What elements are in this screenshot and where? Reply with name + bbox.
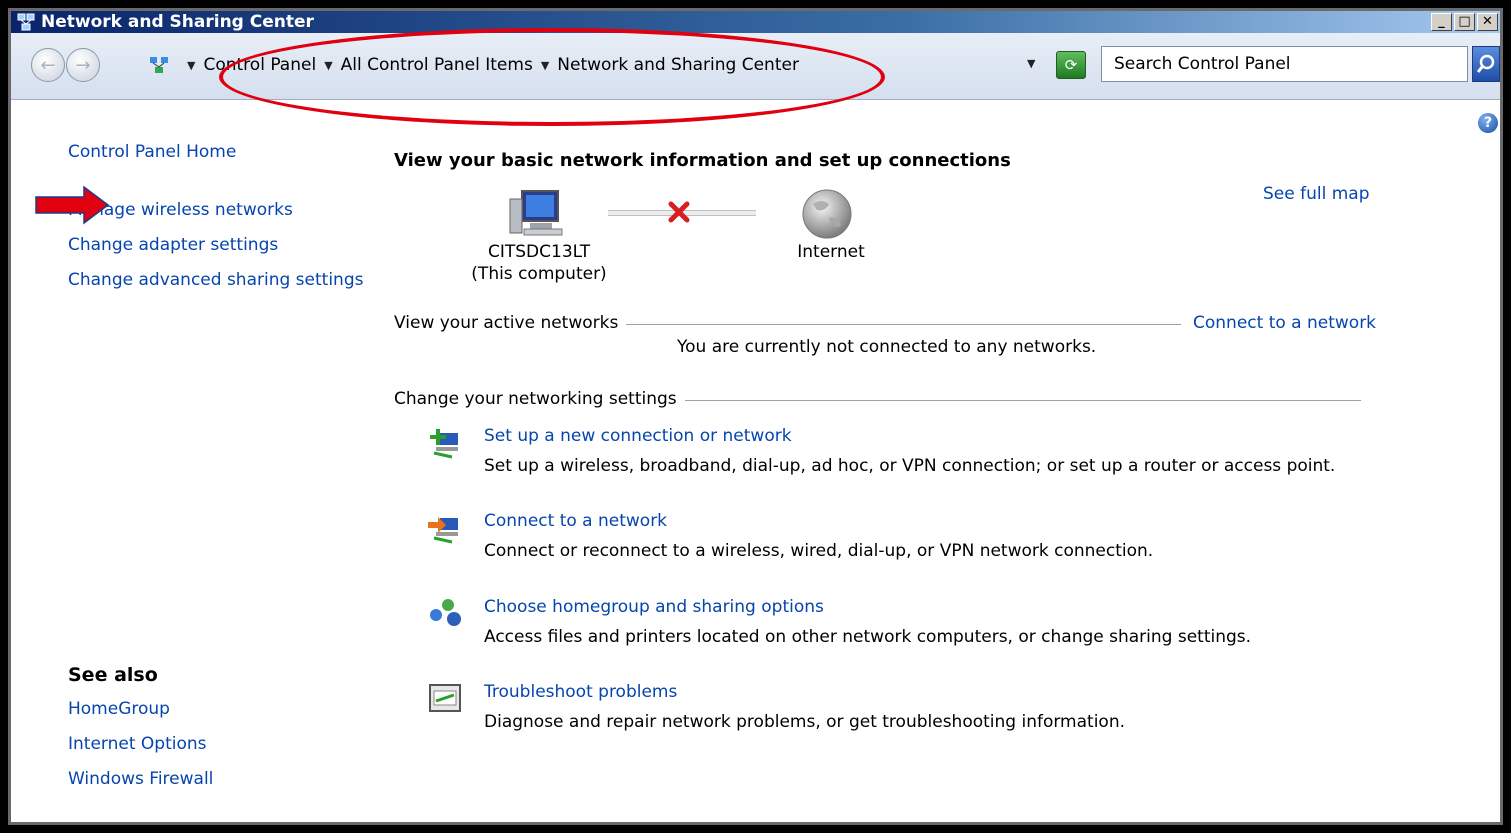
highlight-ellipse xyxy=(219,28,885,126)
address-history-dropdown[interactable]: ▼ xyxy=(1027,57,1035,70)
task-homegroup-desc: Access files and printers located on oth… xyxy=(484,627,1252,647)
disconnected-x-icon xyxy=(668,201,690,223)
internet-globe-icon xyxy=(802,189,852,239)
see-full-map-link[interactable]: See full map xyxy=(1263,184,1370,204)
close-button[interactable]: ✕ xyxy=(1477,13,1498,31)
search-input[interactable]: Search Control Panel xyxy=(1101,46,1468,82)
see-also-heading: See also xyxy=(68,664,158,686)
task-connect-network-desc: Connect or reconnect to a wireless, wire… xyxy=(484,541,1154,561)
troubleshoot-icon xyxy=(429,684,461,712)
homegroup-icon xyxy=(430,599,461,626)
internet-options-link[interactable]: Internet Options xyxy=(68,734,207,754)
computer-subtitle: (This computer) xyxy=(471,264,607,284)
forward-arrow-icon: → xyxy=(75,55,91,76)
settings-heading: Change your networking settings xyxy=(394,389,685,409)
connection-status: You are currently not connected to any n… xyxy=(677,337,1097,357)
maximize-button[interactable]: □ xyxy=(1454,13,1475,31)
task-homegroup-link[interactable]: Choose homegroup and sharing options xyxy=(484,597,824,617)
connect-network-icon xyxy=(428,517,458,544)
computer-icon xyxy=(509,190,563,236)
window-controls: _ □ ✕ xyxy=(1431,13,1498,31)
minimize-button[interactable]: _ xyxy=(1431,13,1452,31)
title-bar: Network and Sharing Center _ □ ✕ xyxy=(11,11,1500,33)
refresh-icon: ⟳ xyxy=(1064,56,1078,74)
control-panel-icon xyxy=(150,57,168,73)
advanced-sharing-link[interactable]: Change advanced sharing settings xyxy=(68,270,363,290)
windows-firewall-link[interactable]: Windows Firewall xyxy=(68,769,213,789)
settings-divider xyxy=(671,400,1361,401)
homegroup-link[interactable]: HomeGroup xyxy=(68,699,170,719)
search-button[interactable] xyxy=(1472,46,1500,82)
forward-button[interactable]: → xyxy=(66,48,100,82)
back-arrow-icon: ← xyxy=(40,55,56,76)
active-networks-divider xyxy=(614,324,1181,325)
refresh-button[interactable]: ⟳ xyxy=(1056,51,1086,79)
network-sharing-window: Network and Sharing Center _ □ ✕ ← → ▼ C… xyxy=(8,8,1503,825)
chevron-down-icon[interactable]: ▼ xyxy=(187,59,195,72)
back-button[interactable]: ← xyxy=(31,48,65,82)
search-icon xyxy=(1476,54,1495,73)
new-connection-icon xyxy=(430,429,458,459)
active-networks-heading: View your active networks xyxy=(394,313,627,333)
task-setup-connection-link[interactable]: Set up a new connection or network xyxy=(484,426,792,446)
adapter-settings-link[interactable]: Change adapter settings xyxy=(68,235,278,255)
network-app-icon xyxy=(17,13,35,31)
page-title: View your basic network information and … xyxy=(394,150,1011,171)
internet-label: Internet xyxy=(797,242,865,262)
task-troubleshoot-desc: Diagnose and repair network problems, or… xyxy=(484,712,1126,732)
task-connect-network-link[interactable]: Connect to a network xyxy=(484,511,667,531)
task-setup-connection-desc: Set up a wireless, broadband, dial-up, a… xyxy=(484,456,1336,476)
window-title: Network and Sharing Center xyxy=(41,12,314,32)
task-troubleshoot-link[interactable]: Troubleshoot problems xyxy=(484,682,677,702)
help-icon[interactable]: ? xyxy=(1478,113,1498,133)
control-panel-home-link[interactable]: Control Panel Home xyxy=(68,142,236,162)
red-arrow-icon xyxy=(35,185,110,225)
computer-name: CITSDC13LT xyxy=(488,242,591,262)
connect-network-link[interactable]: Connect to a network xyxy=(1187,313,1377,333)
